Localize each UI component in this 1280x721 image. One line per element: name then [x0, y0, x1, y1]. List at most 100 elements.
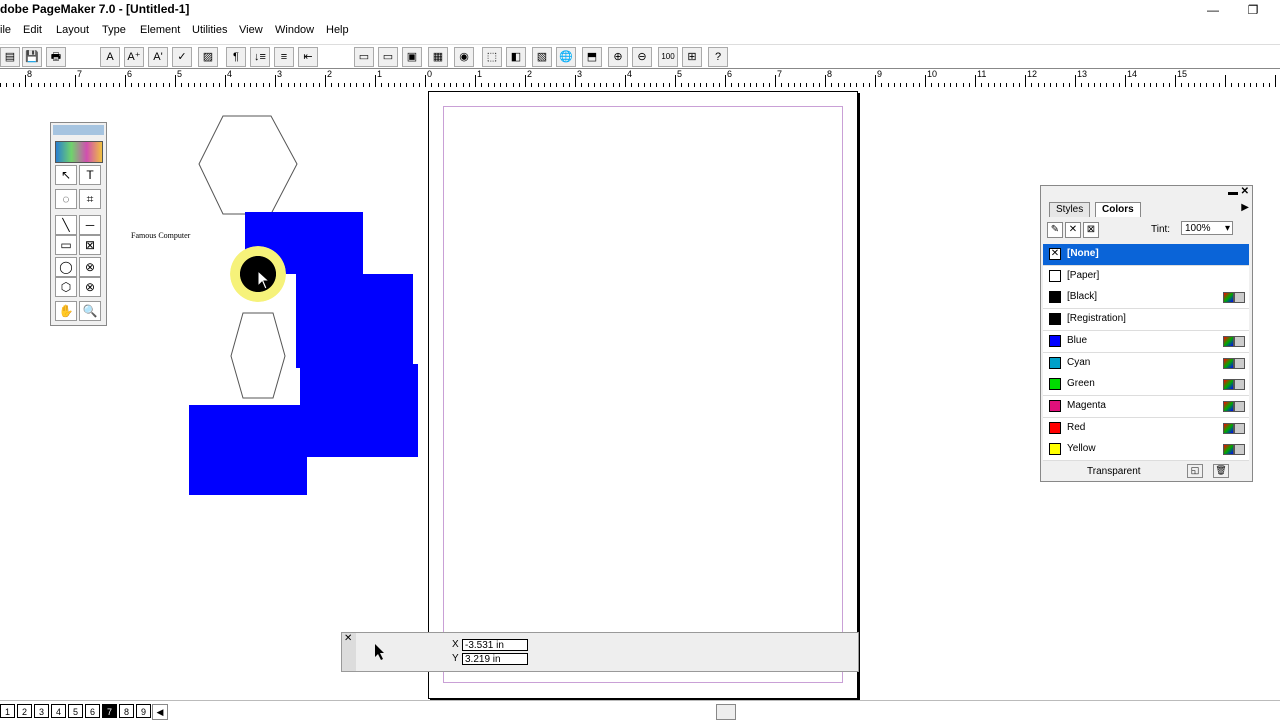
zoom-tool-icon[interactable]: 🔍 [79, 301, 101, 321]
font-style-icon[interactable]: A' [148, 47, 168, 67]
menu-window[interactable]: Window [275, 24, 314, 36]
color-row[interactable]: Cyan [1043, 352, 1249, 375]
scroll-left-icon[interactable]: ◀ [152, 704, 168, 720]
ruler-label: 12 [1027, 69, 1038, 79]
polygon-tool-icon[interactable]: ⬡ [55, 277, 77, 297]
fill-icon[interactable]: ▨ [198, 47, 218, 67]
x-position-field[interactable]: -3.531 in [462, 639, 528, 651]
horizontal-scroll-thumb[interactable] [716, 704, 736, 720]
restore-button[interactable]: ❐ [1243, 2, 1263, 18]
page-tab[interactable]: 7 [102, 704, 117, 718]
font-icon[interactable]: A [100, 47, 120, 67]
ellipse-tool-icon[interactable]: ◯ [55, 257, 77, 277]
blue-rect-5[interactable] [189, 405, 418, 457]
help-icon[interactable]: ? [708, 47, 728, 67]
text-tool-icon[interactable]: T [79, 165, 101, 185]
y-position-field[interactable]: 3.219 in [462, 653, 528, 665]
both-icon[interactable]: ⊠ [1083, 222, 1099, 238]
new-color-icon[interactable]: ◱ [1187, 464, 1203, 478]
horizontal-ruler[interactable]: 8 7 6 5 4 3 2 1 0 1 2 3 4 5 6 7 8 9 10 11 12 13 14 15 [0, 68, 1280, 88]
fill-icon[interactable]: ✕ [1065, 222, 1081, 238]
frame-text-icon[interactable]: ▭ [378, 47, 398, 67]
palette-minimize-icon[interactable]: ▬ [1228, 187, 1238, 198]
new-icon[interactable]: ▤ [0, 47, 20, 67]
table-icon[interactable]: ▦ [428, 47, 448, 67]
hexagon-shape-top[interactable] [195, 112, 305, 222]
rectangle-frame-tool-icon[interactable]: ⊠ [79, 235, 101, 255]
page-tab[interactable]: 2 [17, 704, 32, 718]
stroke-icon[interactable]: ✎ [1047, 222, 1063, 238]
tint-select[interactable]: 100% ▾ [1181, 221, 1233, 235]
zoom-out-icon[interactable]: ⊖ [632, 47, 652, 67]
tab-colors[interactable]: Colors [1095, 202, 1141, 217]
place-icon[interactable]: ▣ [402, 47, 422, 67]
print-icon[interactable]: 🖶 [46, 47, 66, 67]
color-row[interactable]: [Registration] [1043, 309, 1249, 332]
control-close-icon[interactable]: ✕ [344, 633, 352, 644]
color-row[interactable]: [Black] [1043, 287, 1249, 310]
indent-icon[interactable]: ↓≡ [250, 47, 270, 67]
polygon-frame-tool-icon[interactable]: ⊗ [79, 277, 101, 297]
crop-tool-icon[interactable]: ⌗ [79, 189, 101, 209]
fit-window-icon[interactable]: ⊞ [682, 47, 702, 67]
zoom-in-icon[interactable]: ⊕ [608, 47, 628, 67]
image-icon[interactable]: ⬚ [482, 47, 502, 67]
menu-layout[interactable]: Layout [56, 24, 89, 36]
color-row[interactable]: Red [1043, 417, 1249, 440]
color-model-icon [1223, 444, 1245, 456]
color-name: [Black] [1067, 291, 1098, 303]
blue-rect-2[interactable] [296, 274, 413, 368]
line-tool-icon[interactable]: ╲ [55, 215, 77, 235]
paragraph-icon[interactable]: ¶ [226, 47, 246, 67]
font-size-icon[interactable]: A⁺ [124, 47, 144, 67]
align-icon[interactable]: ⇤ [298, 47, 318, 67]
color-row[interactable]: [Paper] [1043, 265, 1249, 288]
famous-computer-label[interactable]: Famous Computer [131, 231, 190, 240]
color-row[interactable]: Magenta [1043, 395, 1249, 418]
menu-help[interactable]: Help [326, 24, 349, 36]
color-icon[interactable]: ▧ [532, 47, 552, 67]
rotate-tool-icon[interactable]: ◌ [55, 189, 77, 209]
hand-tool-icon[interactable]: ✋ [55, 301, 77, 321]
color-row[interactable]: ✕ [None] [1043, 244, 1249, 266]
menu-utilities[interactable]: Utilities [192, 24, 227, 36]
save-icon[interactable]: 💾 [22, 47, 42, 67]
rectangle-tool-icon[interactable]: ▭ [55, 235, 77, 255]
frame-icon[interactable]: ▭ [354, 47, 374, 67]
menu-edit[interactable]: Edit [23, 24, 42, 36]
ruler-label: 10 [927, 69, 938, 79]
page-tab[interactable]: 4 [51, 704, 66, 718]
spell-check-icon[interactable]: ✓ [172, 47, 192, 67]
page-tab[interactable]: 1 [0, 704, 15, 718]
mask-icon[interactable]: ◉ [454, 47, 474, 67]
minimize-button[interactable]: — [1203, 2, 1223, 18]
toolbox-titlebar[interactable] [53, 125, 104, 135]
page-tab[interactable]: 8 [119, 704, 134, 718]
color-row[interactable]: Yellow [1043, 439, 1249, 462]
palette-menu-arrow-icon[interactable]: ▶ [1241, 202, 1249, 213]
pointer-tool-icon[interactable]: ↖ [55, 165, 77, 185]
page-tab[interactable]: 5 [68, 704, 83, 718]
menu-file[interactable]: ile [0, 24, 11, 36]
ruler-tick [625, 75, 626, 87]
ellipse-frame-tool-icon[interactable]: ⊗ [79, 257, 101, 277]
menu-element[interactable]: Element [140, 24, 180, 36]
constrained-line-tool-icon[interactable]: ─ [79, 215, 101, 235]
page-tab[interactable]: 6 [85, 704, 100, 718]
menu-type[interactable]: Type [102, 24, 126, 36]
page-tab[interactable]: 9 [136, 704, 151, 718]
palette-close-icon[interactable]: ✕ [1241, 186, 1249, 197]
pdf-icon[interactable]: ⬒ [582, 47, 602, 67]
globe-icon[interactable]: 🌐 [556, 47, 576, 67]
window-title: dobe PageMaker 7.0 - [Untitled-1] [0, 2, 190, 16]
trash-icon[interactable]: 🗑 [1213, 464, 1229, 478]
page-tab[interactable]: 3 [34, 704, 49, 718]
color-row[interactable]: Green [1043, 374, 1249, 397]
color-row[interactable]: Blue [1043, 330, 1249, 353]
bullets-icon[interactable]: ≡ [274, 47, 294, 67]
actual-size-icon[interactable]: 100 [658, 47, 678, 67]
hexagon-shape-bottom[interactable] [228, 310, 288, 402]
tab-styles[interactable]: Styles [1049, 202, 1091, 217]
image-control-icon[interactable]: ◧ [506, 47, 526, 67]
menu-view[interactable]: View [239, 24, 263, 36]
